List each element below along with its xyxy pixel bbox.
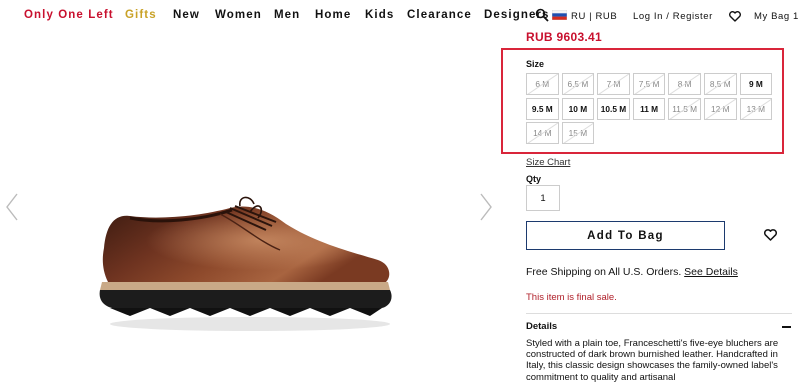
nav-item-only-one-left[interactable]: Only One Left bbox=[24, 9, 114, 21]
size-grid: 6 M 6.5 M7 M 7.5 M8 M 8.5 M9 M 9.5 M 10 M 10.5… bbox=[526, 73, 773, 144]
top-navigation: Only One Left Gifts New Women Men Home K… bbox=[0, 0, 800, 30]
final-sale-notice: This item is final sale. bbox=[526, 292, 617, 303]
next-image-arrow-icon[interactable] bbox=[478, 192, 494, 222]
add-to-bag-button[interactable]: Add To Bag bbox=[526, 221, 725, 250]
shipping-text: Free Shipping on All U.S. Orders. bbox=[526, 266, 682, 278]
nav-item-kids[interactable]: Kids bbox=[365, 9, 394, 21]
collapse-minus-icon[interactable] bbox=[782, 326, 791, 328]
wishlist-heart-icon[interactable] bbox=[729, 11, 741, 22]
size-option[interactable]: 7 M bbox=[597, 73, 630, 95]
size-option[interactable]: 11 M bbox=[632, 97, 666, 120]
size-option[interactable]: 9 M bbox=[739, 73, 773, 95]
login-register-link[interactable]: Log In / Register bbox=[633, 11, 713, 22]
size-option[interactable]: 15 M bbox=[561, 122, 595, 144]
previous-image-arrow-icon[interactable] bbox=[4, 192, 20, 222]
size-option[interactable]: 6 M bbox=[526, 73, 559, 95]
nav-item-men[interactable]: Men bbox=[274, 9, 300, 21]
size-option[interactable]: 7.5 M bbox=[632, 73, 666, 95]
nav-item-women[interactable]: Women bbox=[215, 9, 262, 21]
product-price: RUB 9603.41 bbox=[526, 30, 603, 44]
size-option[interactable]: 10 M bbox=[561, 97, 595, 120]
size-label: Size bbox=[526, 59, 545, 69]
details-description: Styled with a plain toe, Franceschetti's… bbox=[526, 338, 779, 383]
size-option[interactable]: 9.5 M bbox=[526, 97, 559, 120]
see-details-link[interactable]: See Details bbox=[684, 266, 738, 278]
size-option[interactable]: 8 M bbox=[668, 73, 701, 95]
nav-item-home[interactable]: Home bbox=[315, 9, 351, 21]
qty-selector[interactable]: 1 bbox=[526, 185, 560, 211]
size-option[interactable]: 14 M bbox=[526, 122, 559, 144]
russia-flag-icon bbox=[552, 10, 567, 20]
details-divider bbox=[526, 313, 792, 314]
size-option[interactable]: 13 M bbox=[739, 97, 773, 120]
size-option[interactable]: 6.5 M bbox=[561, 73, 595, 95]
size-option[interactable]: 11.5 M bbox=[668, 97, 701, 120]
size-chart-link[interactable]: Size Chart bbox=[526, 157, 570, 168]
search-icon[interactable] bbox=[535, 8, 549, 22]
qty-label: Qty bbox=[526, 174, 542, 184]
product-image-shoe bbox=[99, 196, 392, 331]
nav-item-clearance[interactable]: Clearance bbox=[407, 9, 472, 21]
size-option[interactable]: 10.5 M bbox=[597, 97, 630, 120]
locale-selector[interactable]: RU | RUB bbox=[571, 11, 617, 22]
size-option[interactable]: 8.5 M bbox=[703, 73, 737, 95]
shipping-info: Free Shipping on All U.S. Orders. See De… bbox=[526, 266, 738, 278]
my-bag-link[interactable]: My Bag 1 bbox=[754, 11, 799, 22]
size-option[interactable]: 12 M bbox=[703, 97, 737, 120]
nav-item-new[interactable]: New bbox=[173, 9, 200, 21]
details-heading[interactable]: Details bbox=[526, 321, 557, 332]
add-to-wishlist-heart-icon[interactable] bbox=[764, 229, 777, 241]
nav-item-gifts[interactable]: Gifts bbox=[125, 9, 157, 21]
